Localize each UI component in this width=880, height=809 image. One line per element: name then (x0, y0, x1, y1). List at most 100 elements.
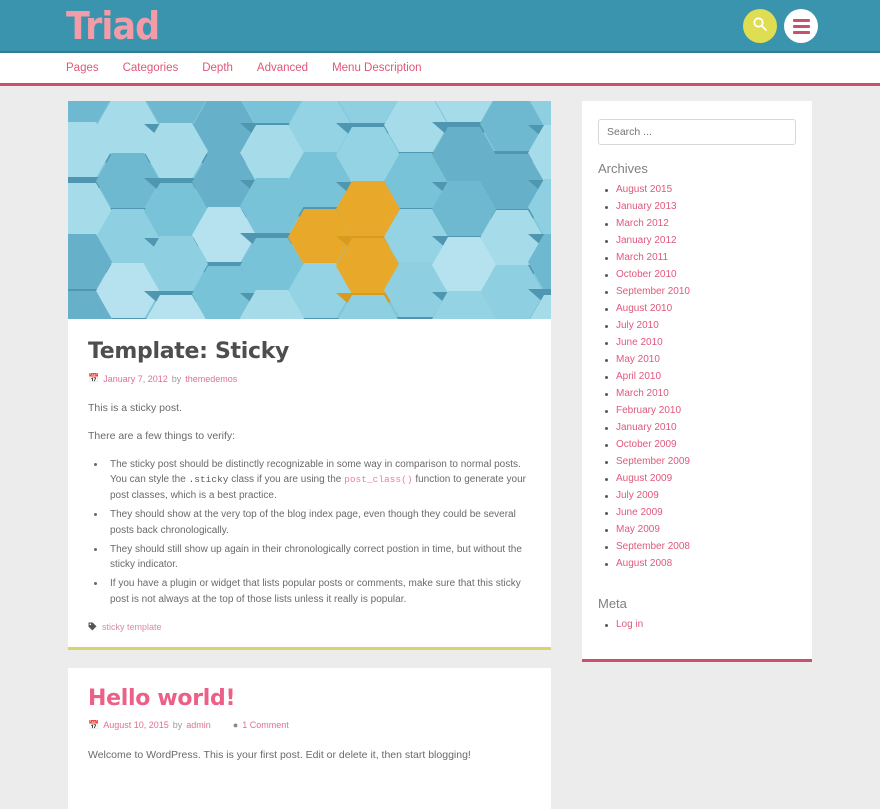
nav-item-pages[interactable]: Pages (66, 62, 99, 74)
post-tags: sticky template (88, 622, 531, 633)
archive-link[interactable]: May 2010 (616, 354, 660, 365)
list-item: May 2010 (598, 355, 796, 372)
calendar-icon: 📅 (88, 373, 100, 383)
post-by-text: by (171, 373, 182, 384)
post-paragraph: This is a sticky post. (88, 402, 182, 414)
menu-toggle-button[interactable] (784, 9, 818, 43)
post-body: Template: Sticky 📅 January 7, 2012 by th… (68, 319, 551, 647)
post-comments-link[interactable]: 1 Comment (242, 720, 289, 730)
archive-link[interactable]: July 2009 (616, 490, 659, 501)
archive-link[interactable]: January 2013 (616, 201, 677, 212)
post-class-link[interactable]: post_class() (344, 474, 412, 485)
list-item: They should still show up again in their… (106, 542, 531, 574)
archive-link[interactable]: October 2010 (616, 269, 677, 280)
archive-link[interactable]: June 2010 (616, 337, 663, 348)
archive-link[interactable]: September 2009 (616, 456, 690, 467)
list-item: March 2010 (598, 389, 796, 406)
post-paragraph: There are a few things to verify: (88, 430, 236, 443)
list-item: August 2010 (598, 304, 796, 321)
list-item: They should show at the very top of the … (106, 507, 531, 539)
nav-item-depth[interactable]: Depth (202, 62, 233, 74)
archive-link[interactable]: March 2010 (616, 388, 669, 399)
list-item: March 2012 (598, 219, 796, 236)
archive-link[interactable]: March 2012 (616, 218, 669, 229)
nav-item-menu-description[interactable]: Menu Description (332, 62, 421, 74)
list-item: January 2010 (598, 423, 796, 440)
archive-link[interactable]: July 2010 (616, 320, 659, 331)
list-item: January 2012 (598, 236, 796, 253)
list-item: September 2010 (598, 287, 796, 304)
sidebar: Archives August 2015 January 2013 March 20… (582, 101, 812, 662)
list-item: If you have a plugin or widget that list… (106, 576, 531, 608)
list-item: October 2010 (598, 270, 796, 287)
archive-link[interactable]: August 2010 (616, 303, 672, 314)
nav-item-advanced[interactable]: Advanced (257, 62, 308, 74)
search-icon (752, 16, 768, 37)
search-input[interactable] (598, 119, 796, 145)
archive-link[interactable]: January 2010 (616, 422, 677, 433)
list-item: June 2009 (598, 508, 796, 525)
list-item-text: class if you are using the (228, 474, 345, 486)
archive-link[interactable]: August 2009 (616, 473, 672, 484)
list-item: August 2015 (598, 185, 796, 202)
archive-link[interactable]: May 2009 (616, 524, 660, 535)
list-item: April 2010 (598, 372, 796, 389)
hamburger-menu-icon (792, 18, 810, 34)
post-paragraph: Welcome to WordPress. This is your first… (88, 748, 471, 761)
sidebar-card: Archives August 2015 January 2013 March 20… (582, 101, 812, 662)
list-item: July 2009 (598, 491, 796, 508)
archive-link[interactable]: January 2012 (616, 235, 677, 246)
list-item: May 2009 (598, 525, 796, 542)
list-item: The sticky post should be distinctly rec… (106, 457, 531, 504)
list-item: August 2009 (598, 474, 796, 491)
tag-icon (88, 622, 97, 633)
list-item: September 2008 (598, 542, 796, 559)
post-date-link[interactable]: January 7, 2012 (103, 374, 168, 384)
archive-link[interactable]: April 2010 (616, 371, 661, 382)
meta-list: Log in (598, 620, 796, 637)
post-card-hello-world: Hello world! 📅 August 10, 2015 by admin … (68, 667, 551, 809)
post-title[interactable]: Template: Sticky (88, 339, 531, 364)
post-body: Hello world! 📅 August 10, 2015 by admin … (68, 668, 551, 809)
site-title[interactable]: Triad (66, 7, 160, 45)
search-toggle-button[interactable] (743, 9, 777, 43)
site-header: Triad (0, 0, 880, 53)
post-card-sticky: Template: Sticky 📅 January 7, 2012 by th… (68, 101, 551, 650)
post-by-text: by (172, 720, 183, 731)
featured-image-hexagons[interactable] (68, 101, 551, 319)
primary-navigation: Pages Categories Depth Advanced Menu Des… (0, 53, 880, 86)
post-date-link[interactable]: August 10, 2015 (103, 720, 169, 730)
archive-link[interactable]: October 2009 (616, 439, 677, 450)
list-item: March 2011 (598, 253, 796, 270)
archives-widget-title: Archives (598, 161, 648, 176)
archive-link[interactable]: March 2011 (616, 252, 668, 263)
list-item: July 2010 (598, 321, 796, 338)
post-tag-link[interactable]: sticky template (102, 622, 162, 632)
post-meta: 📅 January 7, 2012 by themedemos (88, 373, 531, 384)
archive-link[interactable]: August 2015 (616, 184, 672, 195)
meta-link[interactable]: Log in (616, 619, 643, 630)
list-item: October 2009 (598, 440, 796, 457)
header-actions (743, 9, 818, 43)
archives-list: August 2015 January 2013 March 2012 January… (598, 185, 796, 576)
archive-link[interactable]: June 2009 (616, 507, 663, 518)
list-item: February 2010 (598, 406, 796, 423)
archive-link[interactable]: September 2008 (616, 541, 690, 552)
main-content: Template: Sticky 📅 January 7, 2012 by th… (68, 101, 551, 809)
page-wrapper: Template: Sticky 📅 January 7, 2012 by th… (0, 86, 880, 809)
archive-link[interactable]: February 2010 (616, 405, 681, 416)
list-item: August 2008 (598, 559, 796, 576)
archive-link[interactable]: August 2008 (616, 558, 672, 569)
meta-widget-title: Meta (598, 596, 627, 611)
comment-bubble-icon: ● (232, 720, 239, 731)
post-meta: 📅 August 10, 2015 by admin ● 1 Comment (88, 720, 531, 731)
calendar-icon: 📅 (88, 719, 100, 730)
sticky-class-code: .sticky (188, 474, 229, 486)
nav-item-categories[interactable]: Categories (123, 62, 179, 74)
list-item: Log in (598, 620, 796, 637)
post-author-link[interactable]: themedemos (185, 374, 237, 384)
list-item: September 2009 (598, 457, 796, 474)
post-title[interactable]: Hello world! (88, 686, 531, 711)
post-author-link[interactable]: admin (186, 720, 211, 730)
archive-link[interactable]: September 2010 (616, 286, 690, 297)
